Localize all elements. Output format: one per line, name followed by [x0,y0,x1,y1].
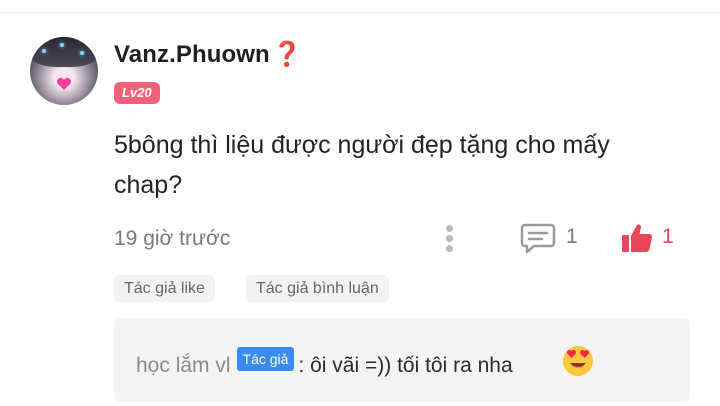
like-count: 1 [662,225,674,248]
dot [446,235,453,242]
reply-author[interactable]: học lắm vl [136,354,231,377]
dot [446,245,453,252]
comment-time: 19 giờ trước [114,227,231,250]
top-divider [0,0,720,13]
reply-text: : ôi vãi =)) tối tôi ra nha [298,354,513,377]
avatar-hair [30,37,98,67]
comment-item: Vanz.Phuown ❓ Lv20 5bông thì liệu được n… [0,13,720,406]
username[interactable]: Vanz.Phuown [114,41,270,69]
author-badge: Tác giả [236,347,295,371]
avatar[interactable] [30,37,98,105]
tag-author-reply: Tác giả bình luận [246,275,389,302]
reply-box[interactable]: học lắm vl Tác giả: ôi vãi =)) tối tôi ra… [114,318,690,402]
level-badge: Lv20 [114,82,160,104]
reply-count: 1 [566,225,578,248]
heart-eyes-emoji-icon [563,346,593,376]
question-mark-icon: ❓ [272,41,302,68]
thumbs-up-icon [622,224,653,253]
dot [446,225,453,232]
tag-author-like: Tác giả like [114,275,215,302]
comment-bubble-icon [520,223,556,254]
vertical-dots-icon[interactable] [442,223,454,253]
avatar-sparkle [80,51,84,55]
avatar-sparkle [60,43,64,47]
heart-icon [57,77,71,90]
reply-line: học lắm vl Tác giả: ôi vãi =)) tối tôi ra… [136,347,513,379]
comment-text: 5bông thì liệu được người đẹp tặng cho m… [114,131,610,199]
avatar-sparkle [42,49,46,53]
